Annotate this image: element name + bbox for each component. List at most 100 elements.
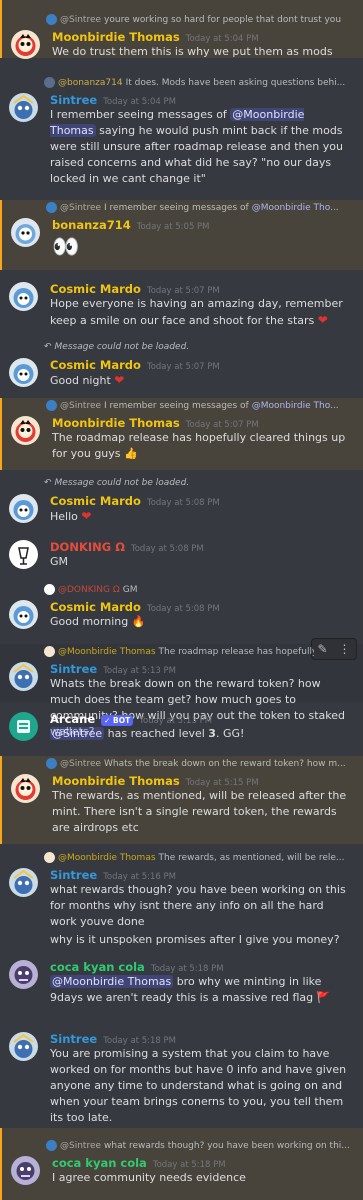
- avatar[interactable]: [9, 540, 38, 569]
- message: Cosmic Mardo Today at 5:07 PM Hope every…: [0, 278, 363, 336]
- timestamp[interactable]: Today at 5:04 PM: [186, 34, 259, 44]
- username[interactable]: Arcane: [50, 712, 95, 726]
- avatar[interactable]: [9, 868, 38, 897]
- user-mention[interactable]: @Moonbirdie Thomas: [50, 975, 174, 988]
- avatar[interactable]: [9, 358, 38, 387]
- message-header: coca kyan cola Today at 5:18 PM: [52, 1156, 226, 1170]
- message: ✎ ⋮ @Moonbirdie Thomas The roadmap relea…: [0, 638, 363, 738]
- message: @DONKING Ω GM Cosmic Mardo Today at 5:08…: [0, 582, 363, 630]
- timestamp[interactable]: Today at 5:13 PM: [103, 666, 176, 676]
- edit-icon[interactable]: ✎: [317, 642, 327, 656]
- reply-mention: @Moonbirdie Tho...: [251, 400, 339, 411]
- avatar[interactable]: [9, 494, 38, 523]
- reply-avatar: [46, 202, 57, 213]
- avatar[interactable]: [11, 774, 40, 803]
- reply-preview[interactable]: @DONKING Ω GM: [44, 584, 356, 595]
- username[interactable]: Moonbirdie Thomas: [52, 416, 180, 430]
- timestamp[interactable]: Today at 5:04 PM: [103, 97, 176, 107]
- username[interactable]: Sintree: [50, 662, 97, 676]
- username[interactable]: Cosmic Mardo: [50, 600, 141, 614]
- reply-text: what rewards though? you have been worki…: [104, 1140, 350, 1151]
- body-text: Good night: [50, 374, 111, 387]
- avatar[interactable]: [9, 1032, 38, 1061]
- username[interactable]: DONKING Ω: [50, 540, 125, 554]
- timestamp[interactable]: Today at 5:08 PM: [147, 498, 220, 508]
- username[interactable]: Sintree: [50, 868, 97, 882]
- thumbs-up-emoji[interactable]: 👍: [124, 447, 138, 460]
- reply-avatar: [44, 646, 55, 657]
- timestamp[interactable]: Today at 5:07 PM: [147, 362, 220, 372]
- reply-preview[interactable]: @Sintree youre working so hard for peopl…: [46, 14, 358, 25]
- red-flag-emoji[interactable]: 🚩: [317, 991, 331, 1004]
- reply-preview[interactable]: ↶ Message could not be loaded.: [44, 478, 356, 488]
- avatar[interactable]: [9, 712, 38, 741]
- timestamp[interactable]: Today at 5:16 PM: [103, 872, 176, 882]
- message-body: I remember seeing messages of @Moonbirdi…: [50, 107, 353, 187]
- reply-author: @Sintree: [60, 14, 102, 25]
- bot-badge: ✓ BOT: [101, 715, 134, 726]
- fire-emoji[interactable]: 🔥: [132, 615, 146, 628]
- reply-preview[interactable]: @Sintree I remember seeing messages of @…: [46, 400, 358, 411]
- avatar[interactable]: [11, 416, 40, 445]
- message-body: Good morning 🔥: [50, 614, 353, 630]
- avatar[interactable]: [11, 218, 40, 247]
- more-options-icon[interactable]: ⋮: [339, 642, 351, 656]
- reply-preview[interactable]: @bonanza714 It does. Mods have been aski…: [44, 77, 356, 88]
- reply-preview[interactable]: @Sintree Whats the break down on the rew…: [46, 758, 358, 769]
- message: @Sintree youre working so hard for peopl…: [0, 0, 363, 59]
- username[interactable]: coca kyan cola: [52, 1156, 147, 1170]
- username[interactable]: Sintree: [50, 93, 97, 107]
- body-text: Hope everyone is having an amazing day, …: [50, 297, 343, 327]
- timestamp[interactable]: Today at 5:05 PM: [137, 222, 210, 232]
- avatar[interactable]: [9, 960, 38, 989]
- username[interactable]: Moonbirdie Thomas: [52, 774, 180, 788]
- timestamp[interactable]: Today at 5:08 PM: [131, 544, 204, 554]
- body-text: Good morning: [50, 615, 129, 628]
- reply-preview[interactable]: ↶ Message could not be loaded.: [44, 342, 356, 352]
- timestamp[interactable]: Today at 5:18 PM: [153, 1160, 226, 1170]
- timestamp[interactable]: Today at 5:18 PM: [151, 964, 224, 974]
- username[interactable]: Moonbirdie Thomas: [52, 30, 180, 44]
- reply-preview[interactable]: @Sintree I remember seeing messages of @…: [46, 202, 358, 213]
- reply-avatar: [46, 758, 57, 769]
- avatar[interactable]: [11, 30, 40, 59]
- username[interactable]: Cosmic Mardo: [50, 282, 141, 296]
- user-mention[interactable]: @Sintree: [50, 727, 105, 740]
- reply-text: Whats the break down on the reward token…: [104, 758, 346, 769]
- body-text: I remember seeing messages of: [50, 108, 231, 121]
- heart-emoji[interactable]: ❤: [114, 373, 124, 387]
- message-body: 👀: [52, 235, 80, 260]
- username[interactable]: Sintree: [50, 1032, 97, 1046]
- message-header: Moonbirdie Thomas Today at 5:15 PM: [52, 774, 259, 788]
- message-header: Sintree Today at 5:18 PM: [50, 1032, 176, 1046]
- username[interactable]: coca kyan cola: [50, 960, 145, 974]
- username[interactable]: bonanza714: [52, 218, 131, 232]
- message: @Sintree I remember seeing messages of @…: [0, 200, 363, 270]
- timestamp[interactable]: Today at 5:18 PM: [103, 1036, 176, 1046]
- reply-preview[interactable]: @Moonbirdie Thomas The roadmap release h…: [44, 646, 314, 657]
- heart-emoji[interactable]: ❤: [318, 313, 328, 327]
- timestamp[interactable]: Today at 5:13 PM: [139, 716, 212, 726]
- avatar[interactable]: [9, 600, 38, 629]
- username[interactable]: Cosmic Mardo: [50, 494, 141, 508]
- timestamp[interactable]: Today at 5:07 PM: [147, 286, 220, 296]
- reply-text: It does. Mods have been asking questions…: [125, 77, 346, 88]
- heart-emoji[interactable]: ❤: [81, 509, 91, 523]
- timestamp[interactable]: Today at 5:07 PM: [186, 420, 259, 430]
- reply-text: I remember seeing messages of: [104, 202, 249, 213]
- message-header: Cosmic Mardo Today at 5:08 PM: [50, 600, 220, 614]
- avatar[interactable]: [9, 282, 38, 311]
- body-text: Hello: [50, 510, 78, 523]
- reply-preview[interactable]: @Sintree what rewards though? you have b…: [46, 1140, 358, 1151]
- timestamp[interactable]: Today at 5:15 PM: [186, 778, 259, 788]
- avatar[interactable]: [9, 93, 38, 122]
- message-body: what rewards though? you have been worki…: [50, 883, 346, 928]
- message-header: Cosmic Mardo Today at 5:08 PM: [50, 494, 220, 508]
- reply-arrow-icon: ↶: [44, 478, 52, 488]
- avatar[interactable]: [9, 662, 38, 691]
- timestamp[interactable]: Today at 5:08 PM: [147, 604, 220, 614]
- reply-preview[interactable]: @Moonbirdie Thomas The rewards, as menti…: [44, 852, 356, 863]
- avatar[interactable]: [11, 1156, 40, 1185]
- username[interactable]: Cosmic Mardo: [50, 358, 141, 372]
- message-body: Hello ❤: [50, 508, 353, 525]
